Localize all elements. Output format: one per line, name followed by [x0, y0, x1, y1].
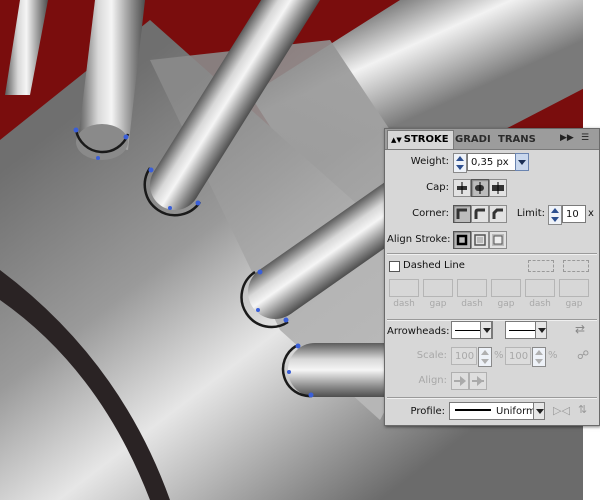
tab-stroke[interactable]: ▲▼ STROKE	[387, 130, 454, 149]
dashed-line-label: Dashed Line	[403, 260, 465, 271]
scale-start-input[interactable]: 100	[451, 347, 477, 365]
arrowhead-start-dropdown[interactable]	[480, 321, 492, 339]
stroke-panel: ▲▼ STROKE GRADI TRANS ▶▶ ☰ Weight: 0,35 p…	[384, 128, 600, 426]
flip-across-icon[interactable]: ⇅	[578, 403, 587, 416]
align-inside-icon[interactable]	[471, 231, 489, 249]
stepper-down-icon	[551, 217, 559, 222]
profile-select[interactable]: Uniform	[449, 402, 545, 420]
scale-end-input[interactable]: 100	[505, 347, 531, 365]
projecting-cap-icon[interactable]	[489, 179, 507, 197]
line-preview-icon	[455, 330, 481, 331]
corner-label: Corner:	[412, 208, 449, 219]
stepper-down-icon	[535, 359, 543, 364]
profile-label: Profile:	[410, 406, 445, 417]
arrow-extend-icon[interactable]	[451, 372, 469, 390]
align-label: Align:	[418, 375, 447, 386]
weight-dropdown-button[interactable]	[515, 153, 529, 171]
gap-label: gap	[497, 299, 515, 309]
profile-value: Uniform	[496, 406, 536, 417]
dashed-line-checkbox[interactable]	[389, 261, 400, 272]
round-join-icon[interactable]	[471, 205, 489, 223]
limit-unit: x	[588, 208, 594, 219]
arrowhead-end-dropdown[interactable]	[535, 321, 547, 339]
gap-field-2[interactable]	[491, 279, 521, 297]
scale-end-unit: %	[548, 350, 558, 361]
swap-arrowheads-icon[interactable]: ⇄	[575, 322, 585, 336]
align-outside-icon[interactable]	[489, 231, 507, 249]
separator	[387, 253, 597, 255]
butt-cap-icon[interactable]	[453, 179, 471, 197]
scale-end-stepper[interactable]	[532, 347, 546, 367]
flip-along-icon[interactable]: ▷◁	[553, 404, 570, 417]
tab-gradient[interactable]: GRADI	[455, 131, 495, 149]
profile-dropdown[interactable]	[533, 402, 545, 420]
cap-label: Cap:	[426, 182, 449, 193]
stepper-up-icon	[551, 208, 559, 213]
dash-label: dash	[529, 299, 551, 309]
tab-transparency[interactable]: TRANS	[498, 131, 536, 149]
dash-label: dash	[393, 299, 415, 309]
bevel-join-icon[interactable]	[489, 205, 507, 223]
separator	[387, 397, 597, 399]
panel-tab-bar: ▲▼ STROKE GRADI TRANS ▶▶ ☰	[385, 129, 599, 150]
align-center-icon[interactable]	[453, 231, 471, 249]
miter-join-icon[interactable]	[453, 205, 471, 223]
gap-field-3[interactable]	[559, 279, 589, 297]
stepper-down-icon	[481, 359, 489, 364]
panel-menu-icon[interactable]: ☰	[581, 133, 589, 143]
gap-label: gap	[429, 299, 447, 309]
align-stroke-label: Align Stroke:	[387, 234, 451, 245]
tab-collapse-icon: ▲▼	[391, 136, 402, 144]
stepper-down-icon	[456, 165, 464, 170]
weight-label: Weight:	[410, 156, 449, 167]
limit-stepper[interactable]	[548, 205, 562, 225]
round-cap-icon[interactable]	[471, 179, 489, 197]
stepper-up-icon	[535, 350, 543, 355]
dash-field-1[interactable]	[389, 279, 419, 297]
dash-field-3[interactable]	[525, 279, 555, 297]
link-scale-icon[interactable]: ☍	[577, 348, 589, 362]
weight-stepper[interactable]	[453, 153, 467, 173]
scale-label: Scale:	[416, 350, 447, 361]
scale-start-stepper[interactable]	[478, 347, 492, 367]
uniform-profile-icon	[455, 409, 491, 411]
arrowheads-label: Arrowheads:	[387, 326, 450, 337]
dash-label: dash	[461, 299, 483, 309]
limit-label: Limit:	[516, 208, 545, 219]
gap-field-1[interactable]	[423, 279, 453, 297]
gap-label: gap	[565, 299, 583, 309]
dash-field-2[interactable]	[457, 279, 487, 297]
stepper-up-icon	[481, 350, 489, 355]
preserve-dash-icon[interactable]	[528, 260, 554, 272]
limit-input[interactable]: 10	[562, 205, 586, 223]
scale-start-unit: %	[494, 350, 504, 361]
align-dash-icon[interactable]	[563, 260, 589, 272]
stepper-up-icon	[456, 156, 464, 161]
double-chevron-right-icon[interactable]: ▶▶	[560, 133, 574, 143]
line-preview-icon	[509, 330, 535, 331]
arrow-place-icon[interactable]	[469, 372, 487, 390]
